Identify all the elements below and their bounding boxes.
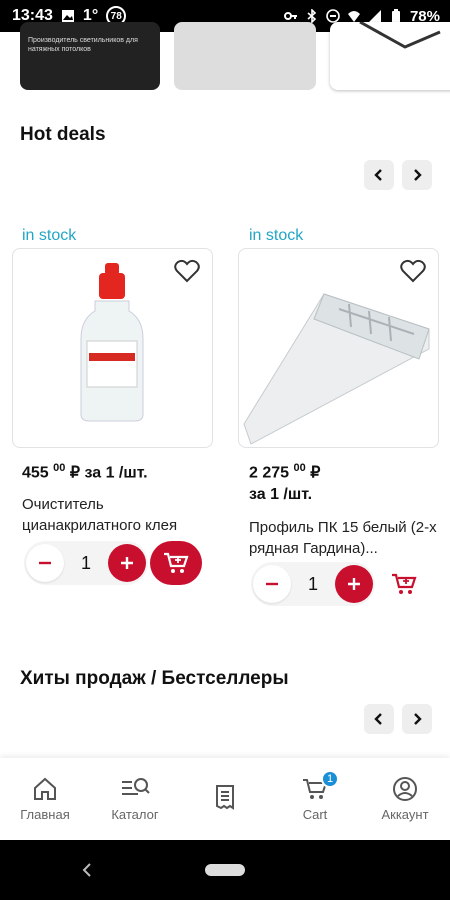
price-cents: 00 (53, 462, 66, 474)
receipt-icon (216, 784, 234, 810)
category-card[interactable] (174, 22, 316, 90)
cart-badge: 1 (321, 770, 339, 788)
home-gesture-pill[interactable] (205, 864, 245, 876)
banner-text: Производитель светильников для натяжных … (28, 37, 138, 54)
chevron-left-icon (374, 169, 382, 181)
nav-account[interactable]: Аккаунт (365, 776, 445, 822)
system-navigation-bar (0, 840, 450, 900)
next-button[interactable] (402, 160, 432, 190)
section-title-bestsellers: Хиты продаж / Бестселлеры (20, 668, 289, 689)
wifi-icon (347, 11, 360, 22)
nav-home[interactable]: Главная (5, 776, 85, 822)
favorite-icon[interactable] (400, 259, 426, 283)
nav-orders[interactable] (185, 784, 265, 815)
nav-label: Аккаунт (381, 807, 429, 822)
product-price: 455 00 ₽ за 1 /шт. (22, 462, 148, 482)
product-name[interactable]: Профиль ПК 15 белый (2-х рядная Гардина)… (249, 517, 441, 559)
add-to-cart-button[interactable] (378, 562, 430, 606)
prev-button[interactable] (364, 704, 394, 734)
price-cents: 00 (293, 462, 306, 474)
increase-button[interactable] (107, 544, 146, 582)
nav-cart[interactable]: 1 Cart (275, 770, 355, 822)
quantity-value[interactable]: 1 (81, 553, 91, 574)
signal-icon (368, 10, 381, 22)
nav-label: Главная (20, 807, 70, 822)
price-unit: за 1 /шт. (249, 486, 313, 503)
increase-button[interactable] (334, 565, 373, 603)
product-image-card[interactable] (238, 248, 439, 448)
next-button[interactable] (402, 704, 432, 734)
profile-image (359, 22, 441, 49)
quantity-stepper: 1 (251, 562, 375, 606)
bestsellers-arrows (364, 704, 432, 734)
stock-status: in stock (22, 227, 77, 244)
minus-icon (266, 582, 278, 586)
section-title-hot-deals: Hot deals (20, 124, 106, 145)
account-icon (393, 777, 417, 801)
prev-button[interactable] (364, 160, 394, 190)
home-icon (34, 777, 56, 800)
price-currency: ₽ (310, 464, 321, 482)
add-to-cart-icon (164, 552, 189, 573)
add-to-cart-icon (392, 573, 417, 594)
decrease-button[interactable] (26, 544, 64, 582)
battery-icon (391, 9, 400, 23)
gallery-icon (61, 10, 74, 22)
plus-icon (120, 557, 133, 569)
plus-icon (347, 578, 360, 590)
nav-label: Каталог (111, 807, 159, 822)
catalog-search-icon (122, 778, 150, 795)
category-carousel: Производитель светильников для натяжных … (0, 22, 450, 94)
product-price: 2 275 00 ₽ (249, 462, 320, 482)
price-main: 455 (22, 464, 49, 482)
bottom-navigation: Главная Каталог 1 Cart Аккаунт (0, 758, 450, 840)
dnd-icon (326, 9, 340, 23)
product-name[interactable]: Очиститель цианакрилатного клея (22, 494, 212, 536)
bluetooth-icon (307, 9, 317, 23)
category-card[interactable]: Производитель светильников для натяжных … (20, 22, 160, 90)
add-to-cart-button[interactable] (150, 541, 202, 585)
product-image-card[interactable] (12, 248, 213, 448)
chevron-right-icon (414, 713, 422, 725)
hot-deals-arrows (364, 160, 432, 190)
category-card[interactable] (330, 22, 450, 90)
back-icon[interactable] (80, 862, 94, 878)
nav-label: Cart (302, 807, 328, 822)
favorite-icon[interactable] (174, 259, 200, 283)
chevron-right-icon (414, 169, 422, 181)
nav-catalog[interactable]: Каталог (95, 776, 175, 822)
quantity-value[interactable]: 1 (308, 574, 318, 595)
chevron-left-icon (374, 713, 382, 725)
key-icon (283, 12, 297, 20)
minus-icon (39, 561, 51, 565)
price-main: 2 275 (249, 464, 290, 482)
decrease-button[interactable] (253, 565, 291, 603)
price-unit: ₽ за 1 /шт. (69, 464, 148, 482)
stock-status: in stock (249, 227, 304, 244)
quantity-stepper: 1 (24, 541, 148, 585)
